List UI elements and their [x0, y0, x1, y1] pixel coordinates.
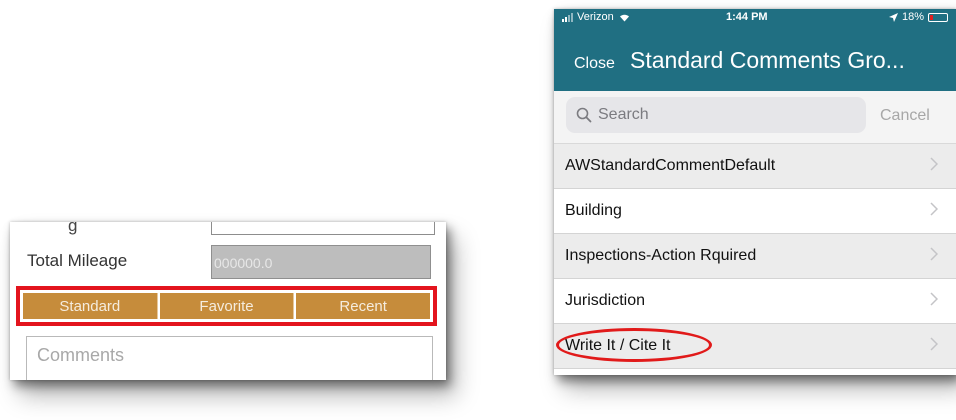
chevron-right-icon: [930, 157, 938, 171]
list-item-jurisdiction[interactable]: Jurisdiction: [554, 279, 956, 324]
location-arrow-icon: [888, 12, 898, 22]
search-input[interactable]: [596, 105, 840, 125]
comment-source-highlight: Standard Favorite Recent: [16, 286, 437, 326]
list-item-label: Jurisdiction: [565, 292, 646, 309]
list-item-label: AWStandardCommentDefault: [565, 157, 776, 174]
carrier-info: Verizon: [562, 11, 631, 23]
wifi-icon: [619, 14, 629, 22]
standard-button[interactable]: Standard: [23, 293, 158, 319]
search-field[interactable]: [566, 97, 866, 133]
phone-screen: Verizon 1:44 PM 18% Close Standard Comme…: [554, 9, 956, 375]
navigation-bar: Verizon 1:44 PM 18% Close Standard Comme…: [554, 9, 956, 91]
highlight-oval: [556, 328, 712, 362]
chevron-right-icon: [930, 247, 938, 261]
previous-field-input[interactable]: [211, 222, 435, 235]
list-item-label: Inspections-Action Rquired: [565, 247, 757, 264]
recent-button[interactable]: Recent: [296, 293, 431, 319]
previous-field-label: g: [68, 222, 78, 235]
chevron-right-icon: [930, 202, 938, 216]
search-bar: Cancel: [554, 91, 956, 144]
comment-group-list: AWStandardCommentDefault Building Inspec…: [554, 144, 956, 369]
battery-info: 18%: [888, 11, 948, 23]
signal-icon: [562, 12, 573, 22]
chevron-right-icon: [930, 292, 938, 306]
list-item-inspections-action-rquired[interactable]: Inspections-Action Rquired: [554, 234, 956, 279]
list-item-write-it-cite-it[interactable]: Write It / Cite It: [554, 324, 956, 369]
close-button[interactable]: Close: [574, 55, 615, 73]
battery-icon: [928, 12, 948, 22]
total-mileage-field[interactable]: 000000.0: [211, 245, 431, 279]
carrier-name: Verizon: [577, 11, 614, 23]
status-time: 1:44 PM: [726, 11, 768, 23]
search-icon: [576, 107, 592, 123]
list-item-label: Building: [565, 202, 622, 219]
battery-percent: 18%: [901, 11, 924, 23]
cancel-button[interactable]: Cancel: [880, 107, 930, 125]
list-item-awstandardcommentdefault[interactable]: AWStandardCommentDefault: [554, 144, 956, 189]
favorite-button[interactable]: Favorite: [159, 293, 295, 319]
status-bar: Verizon 1:44 PM 18%: [554, 9, 956, 27]
chevron-right-icon: [930, 337, 938, 351]
page-title: Standard Comments Gro...: [630, 47, 905, 73]
comments-placeholder: Comments: [37, 345, 125, 365]
comments-field[interactable]: Comments: [26, 336, 433, 380]
form-panel: g Total Mileage 000000.0 Standard Favori…: [10, 222, 446, 380]
total-mileage-label: Total Mileage: [27, 251, 128, 270]
list-item-building[interactable]: Building: [554, 189, 956, 234]
